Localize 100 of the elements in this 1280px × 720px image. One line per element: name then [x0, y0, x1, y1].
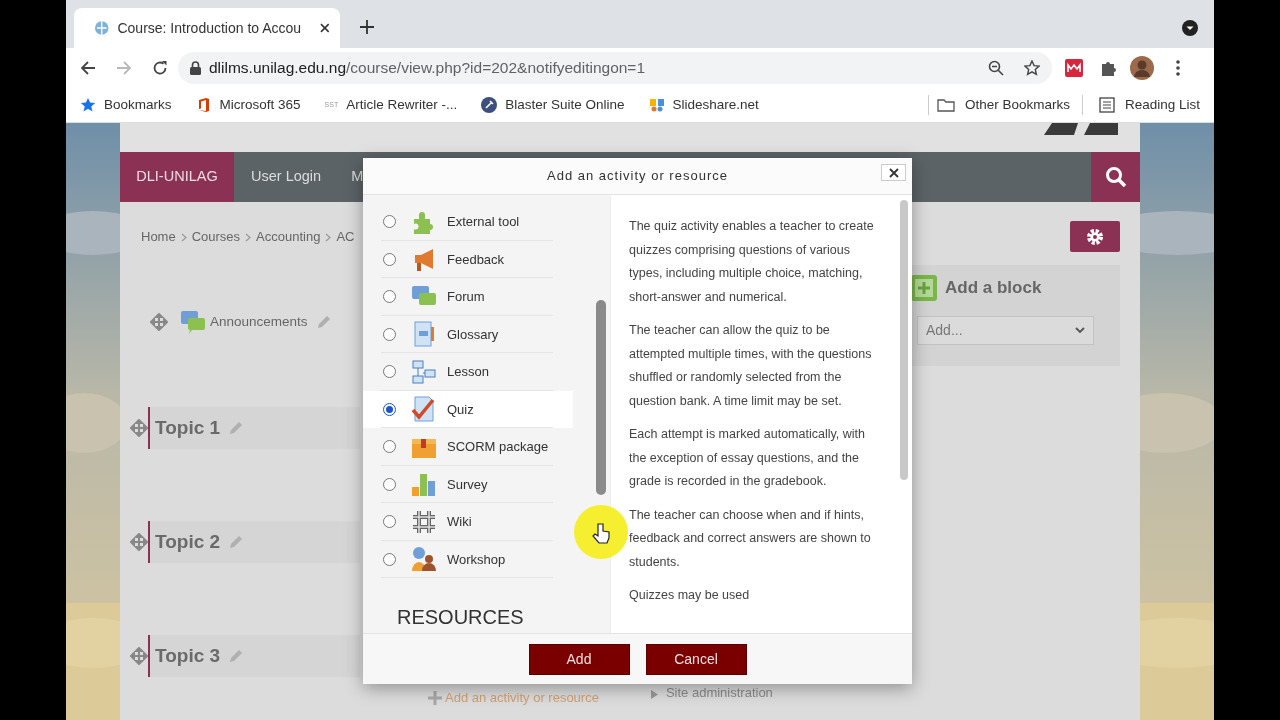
- reload-icon[interactable]: [152, 60, 168, 76]
- plus-icon[interactable]: [360, 20, 374, 34]
- activity-option[interactable]: Quiz: [363, 390, 573, 428]
- bookmark-link[interactable]: Microsoft 365: [219, 94, 301, 116]
- description-paragraph: Quizzes may be used: [629, 587, 751, 604]
- activity-option[interactable]: Lesson: [363, 353, 573, 391]
- activity-option[interactable]: Forum: [363, 278, 573, 316]
- extension-icon[interactable]: [1065, 59, 1083, 77]
- activity-option[interactable]: Feedback: [363, 240, 573, 278]
- chat-icon: [180, 310, 206, 334]
- bookmark-link[interactable]: Blaster Suite Online: [505, 94, 625, 116]
- other-bookmarks[interactable]: Other Bookmarks: [964, 94, 1070, 116]
- activity-option[interactable]: Workshop: [363, 540, 573, 578]
- activity-option[interactable]: External tool: [363, 203, 573, 241]
- radio-button[interactable]: [383, 477, 396, 491]
- lock-icon: [190, 61, 201, 75]
- triangle-icon: [650, 689, 658, 699]
- topic-title: Topic 1: [155, 415, 221, 440]
- bookmark-link[interactable]: Article Rewriter -...: [346, 94, 458, 116]
- close-button[interactable]: [881, 164, 906, 181]
- nav-link[interactable]: User Login: [234, 152, 335, 202]
- brand-link[interactable]: DLI-UNILAG: [120, 152, 234, 202]
- activity-option[interactable]: Glossary: [363, 315, 573, 353]
- close-icon[interactable]: [320, 23, 330, 33]
- people-icon: [411, 546, 437, 573]
- bookmarks-button[interactable]: Bookmarks: [104, 94, 172, 116]
- scrollbar-thumb[interactable]: [900, 200, 908, 480]
- back-icon[interactable]: [80, 60, 96, 76]
- topic-title: Topic 2: [155, 529, 221, 554]
- grid-icon: [411, 508, 437, 535]
- activity-label: SCORM package: [447, 438, 549, 456]
- close-icon: [888, 167, 899, 178]
- search-button[interactable]: [1091, 152, 1140, 202]
- section-heading: RESOURCES: [397, 606, 525, 628]
- radio-button[interactable]: [383, 290, 396, 304]
- breadcrumb-link[interactable]: Courses: [191, 227, 241, 247]
- url-text: dlilms.unilag.edu.ng/course/view.php?id=202&notifyeditingon=1: [209, 58, 646, 79]
- description-paragraph: The teacher can choose when and if hints, feedback and correct answers are shown to students.: [629, 506, 872, 571]
- topic-title: Topic 3: [155, 643, 221, 668]
- search-icon: [1104, 166, 1127, 188]
- nav-link[interactable]: M: [334, 152, 381, 202]
- activity-label: Lesson: [447, 363, 489, 381]
- activity-label: External tool: [447, 213, 520, 231]
- gear-icon: [1085, 226, 1105, 247]
- activity-label: Feedback: [447, 250, 505, 269]
- avatar-icon[interactable]: [1130, 56, 1154, 80]
- tab-title: Course: Introduction to Accou: [117, 18, 303, 38]
- description-paragraph: The teacher can allow the quiz to be attempted multiple times, with the questions shuffled or randomly selected from the question bank. A time limit may be set.: [629, 322, 873, 410]
- modal-title: Add an activity or resource: [547, 167, 728, 186]
- radio-button[interactable]: [383, 402, 396, 416]
- description-paragraph: The quiz activity enables a teacher to create quizzes comprising questions of various types, including multiple choice, matching, short-answer and numerical.: [629, 218, 875, 306]
- add-button[interactable]: Add: [528, 643, 630, 675]
- breadcrumb-link[interactable]: Home: [141, 227, 176, 247]
- radio-button[interactable]: [383, 515, 396, 529]
- radio-button[interactable]: [383, 215, 396, 229]
- scrollbar-thumb[interactable]: [596, 300, 606, 495]
- breadcrumb-link[interactable]: AC: [336, 227, 355, 247]
- activity-label: Survey: [447, 475, 488, 494]
- list-icon: [1098, 97, 1115, 113]
- checklist-icon: [411, 396, 437, 423]
- activity-label: Glossary: [447, 325, 499, 344]
- dropdown-icon[interactable]: [1182, 20, 1198, 36]
- activity-label: Forum: [447, 288, 485, 306]
- activity-option[interactable]: SCORM package: [363, 428, 573, 466]
- plus-icon: [911, 275, 937, 301]
- breadcrumb-link[interactable]: Accounting: [256, 227, 321, 247]
- forward-icon[interactable]: [116, 60, 132, 76]
- radio-button[interactable]: [383, 552, 396, 566]
- cancel-button[interactable]: Cancel: [645, 643, 747, 675]
- zoom-icon[interactable]: [988, 60, 1004, 76]
- puzzle-icon[interactable]: [1100, 59, 1118, 77]
- star-icon: [80, 97, 96, 113]
- chevron-icon: [325, 232, 332, 242]
- radio-button[interactable]: [383, 440, 396, 454]
- address-bar[interactable]: dlilms.unilag.edu.ng/course/view.php?id=202&notifyeditingon=1: [178, 52, 1052, 84]
- chevron-icon: [180, 232, 187, 242]
- block-title: Add a block: [945, 277, 1042, 300]
- description-paragraph: Each attempt is marked automatically, with the exception of essay questions, and the grade is recorded in the gradebook.: [629, 426, 866, 490]
- activity-option[interactable]: Survey: [363, 465, 573, 503]
- bar-chart-icon: [411, 471, 437, 498]
- bookmark-link[interactable]: Slideshare.net: [672, 94, 759, 116]
- radio-button[interactable]: [383, 365, 396, 379]
- move-icon[interactable]: [130, 419, 148, 437]
- radio-button[interactable]: [383, 327, 396, 341]
- radio-button[interactable]: [383, 252, 396, 266]
- star-icon[interactable]: [1024, 60, 1040, 76]
- folder-icon: [936, 98, 955, 112]
- activity-option[interactable]: Wiki: [363, 503, 573, 541]
- settings-button[interactable]: [1070, 221, 1120, 252]
- browser-tab[interactable]: Course: Introduction to Accou: [74, 8, 340, 48]
- book-icon: [411, 321, 437, 348]
- activity-label: Quiz: [447, 400, 474, 419]
- move-icon[interactable]: [130, 647, 148, 665]
- activity-label: Workshop: [447, 550, 506, 569]
- move-icon[interactable]: [150, 313, 168, 331]
- slides-icon: [648, 97, 665, 113]
- menu-icon[interactable]: [1176, 60, 1180, 76]
- move-icon[interactable]: [130, 533, 148, 551]
- reading-list[interactable]: Reading List: [1124, 94, 1200, 116]
- forum-link[interactable]: Announcements: [210, 311, 308, 333]
